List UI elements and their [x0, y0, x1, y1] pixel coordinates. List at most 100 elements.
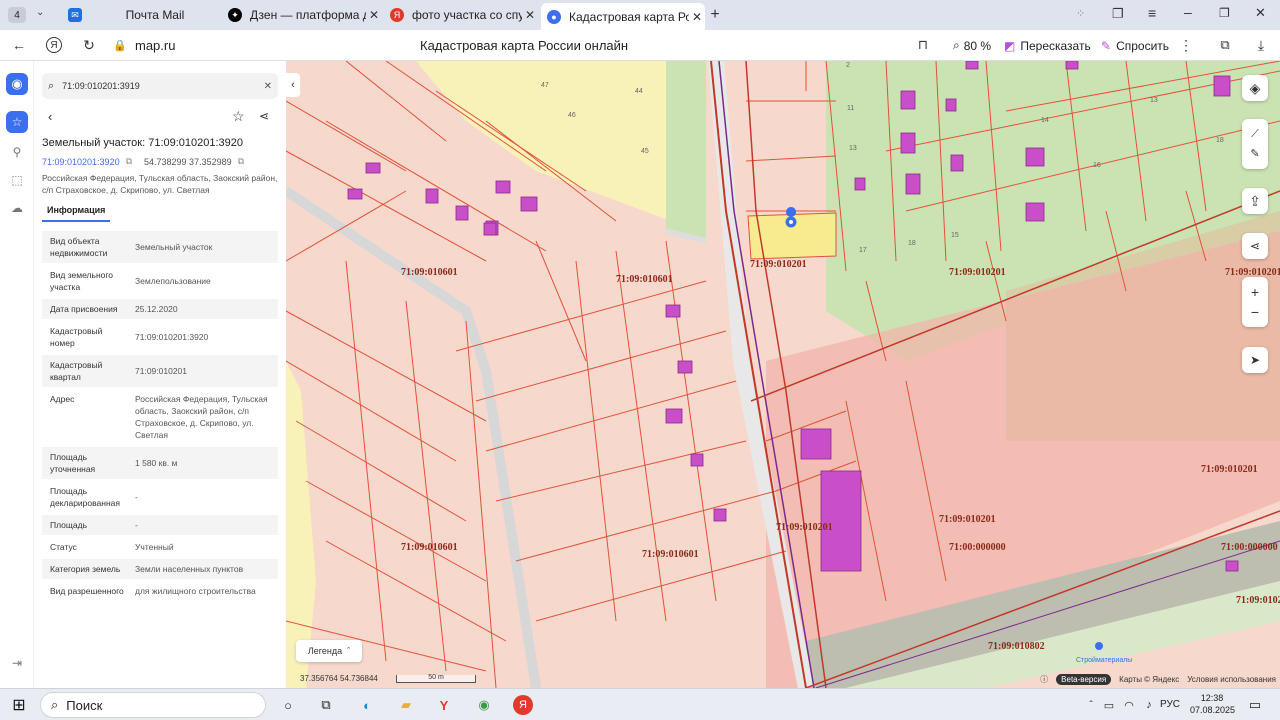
- tab-count-badge[interactable]: 4: [8, 7, 26, 23]
- close-icon[interactable]: ✕: [522, 8, 538, 22]
- share-icon[interactable]: ⋖: [259, 109, 269, 123]
- map-canvas[interactable]: Стройматериалы 71:09:010601 71:09:010601…: [286, 61, 1280, 688]
- tab-cadastral-map[interactable]: ● Кадастровая карта Росс ✕: [541, 3, 705, 30]
- building[interactable]: [665, 304, 681, 318]
- building[interactable]: [1025, 147, 1045, 167]
- tab-information[interactable]: Информация: [42, 205, 111, 222]
- legend-button[interactable]: Легенда ˆ: [296, 640, 362, 662]
- parcel-number-link[interactable]: 71:09:010201:3920: [42, 157, 120, 167]
- copy-icon[interactable]: ⧉: [238, 156, 244, 167]
- building[interactable]: [1225, 560, 1239, 572]
- building[interactable]: [854, 177, 866, 191]
- building[interactable]: [1025, 202, 1045, 222]
- upload-icon[interactable]: ⇪: [1242, 188, 1268, 214]
- close-icon[interactable]: ✕: [689, 10, 705, 24]
- app-logo-icon[interactable]: ◉: [6, 73, 28, 95]
- building[interactable]: [965, 61, 979, 70]
- copy-icon[interactable]: ⧉: [126, 156, 132, 167]
- area-select-icon[interactable]: ⬚: [6, 169, 28, 191]
- reload-icon[interactable]: ↻: [78, 35, 100, 55]
- favorite-star-icon[interactable]: ☆: [232, 108, 245, 125]
- cadastral-label[interactable]: 71:09:010201: [750, 259, 807, 270]
- bookmark-icon[interactable]: ⊓: [914, 35, 932, 55]
- close-icon[interactable]: ✕: [366, 8, 382, 22]
- building[interactable]: [455, 205, 469, 221]
- window-close-icon[interactable]: ✕: [1255, 5, 1266, 21]
- volume-icon[interactable]: ♪: [1138, 694, 1160, 716]
- coordinates-link[interactable]: 54.738299 37.352989: [144, 157, 232, 167]
- building[interactable]: [945, 98, 957, 112]
- building[interactable]: [483, 222, 497, 236]
- building[interactable]: [495, 180, 511, 194]
- back-icon[interactable]: ←: [8, 35, 30, 55]
- pin-icon[interactable]: ⚲: [6, 141, 28, 163]
- building[interactable]: [713, 508, 727, 522]
- language-indicator[interactable]: РУС: [1160, 699, 1180, 710]
- ruler-icon[interactable]: ⟋ ✎: [1242, 119, 1268, 169]
- device-icon[interactable]: ▭: [1098, 694, 1120, 716]
- building[interactable]: [690, 453, 704, 467]
- building[interactable]: [1065, 61, 1079, 70]
- building[interactable]: [950, 154, 964, 172]
- edit-icon[interactable]: ✎: [1250, 147, 1259, 160]
- maximize-icon[interactable]: ❐: [1219, 6, 1230, 20]
- building[interactable]: [900, 132, 916, 154]
- edge-icon[interactable]: ◐: [356, 694, 378, 716]
- ask-button[interactable]: ✎ Спросить: [1101, 35, 1169, 56]
- cadastral-map[interactable]: Стройматериалы 71:09:010601 71:09:010601…: [286, 61, 1280, 688]
- building[interactable]: [820, 470, 862, 572]
- search-input[interactable]: 71:09:010201:3919: [62, 81, 263, 91]
- cadastral-label[interactable]: 71:09:010201: [949, 267, 1006, 278]
- building[interactable]: [425, 188, 439, 204]
- geolocation-icon[interactable]: ➤: [1242, 347, 1268, 373]
- building[interactable]: [677, 360, 693, 374]
- favorites-icon[interactable]: ☆: [6, 111, 28, 133]
- cadastral-label[interactable]: 71:09:010601: [616, 274, 673, 285]
- zoom-indicator[interactable]: ⌕ 80 %: [953, 35, 991, 56]
- tab-mail[interactable]: ✉ Почта Mail: [62, 3, 220, 27]
- downloads-icon[interactable]: ⤓: [1252, 35, 1270, 55]
- cadastral-label[interactable]: 71:00:000000: [1221, 542, 1278, 553]
- building[interactable]: [665, 408, 683, 424]
- yandex-icon[interactable]: Я: [513, 695, 533, 715]
- search-box[interactable]: ⌕ 71:09:010201:3919 ✕: [42, 73, 278, 99]
- poi-label[interactable]: Стройматериалы: [1076, 656, 1132, 664]
- cadastral-label[interactable]: 71:09:010201: [776, 522, 833, 533]
- minimize-icon[interactable]: –: [1184, 4, 1192, 20]
- cadastral-label[interactable]: 71:00:000000: [949, 542, 1006, 553]
- building[interactable]: [347, 188, 363, 200]
- more-icon[interactable]: ⋮: [1178, 35, 1194, 55]
- building[interactable]: [365, 162, 381, 174]
- layers-icon[interactable]: ◈: [1242, 75, 1268, 101]
- share-map-icon[interactable]: ⋖: [1242, 233, 1268, 259]
- panel-back-icon[interactable]: ‹: [48, 109, 52, 124]
- tab-photo[interactable]: Я фото участка со спутника ✕: [384, 3, 538, 27]
- yandex-browser-icon[interactable]: Y: [433, 694, 455, 716]
- taskbar-search[interactable]: ⌕ Поиск: [40, 692, 266, 718]
- windows-start-icon[interactable]: ⊞: [8, 694, 30, 716]
- cadastral-label[interactable]: 71:09:010802: [988, 641, 1045, 652]
- maps-credit[interactable]: Карты © Яндекс: [1119, 675, 1179, 684]
- building[interactable]: [800, 428, 832, 460]
- zoom-out-icon[interactable]: −: [1251, 304, 1259, 320]
- poi-marker[interactable]: [1095, 642, 1103, 650]
- file-explorer-icon[interactable]: ▰: [395, 694, 417, 716]
- logout-icon[interactable]: ⇥: [6, 652, 28, 674]
- wifi-icon[interactable]: ◠: [1118, 694, 1140, 716]
- clock[interactable]: 12:38 07.08.2025: [1190, 692, 1235, 716]
- collections-icon[interactable]: ❐: [1112, 6, 1124, 22]
- cadastral-label[interactable]: 71:09:010201: [1201, 464, 1258, 475]
- ruler-icon[interactable]: ⟋: [1251, 128, 1259, 141]
- cadastral-label[interactable]: 71:09:010201: [939, 514, 996, 525]
- tabs-dropdown-icon[interactable]: ⌄: [36, 7, 44, 18]
- yandex-logo-icon[interactable]: Я: [43, 35, 65, 55]
- building[interactable]: [520, 196, 538, 212]
- clear-search-icon[interactable]: ✕: [264, 81, 272, 92]
- cadastral-label[interactable]: 71:09:010601: [401, 267, 458, 278]
- site-info-icon[interactable]: 🔒: [112, 35, 128, 55]
- extensions-icon[interactable]: ⁘: [1076, 7, 1085, 20]
- zoom-in-icon[interactable]: +: [1251, 284, 1259, 300]
- building[interactable]: [1213, 75, 1231, 97]
- tab-dzen[interactable]: ✦ Дзен — платформа для пр ✕: [222, 3, 382, 27]
- terms-link[interactable]: Условия использования: [1187, 675, 1276, 684]
